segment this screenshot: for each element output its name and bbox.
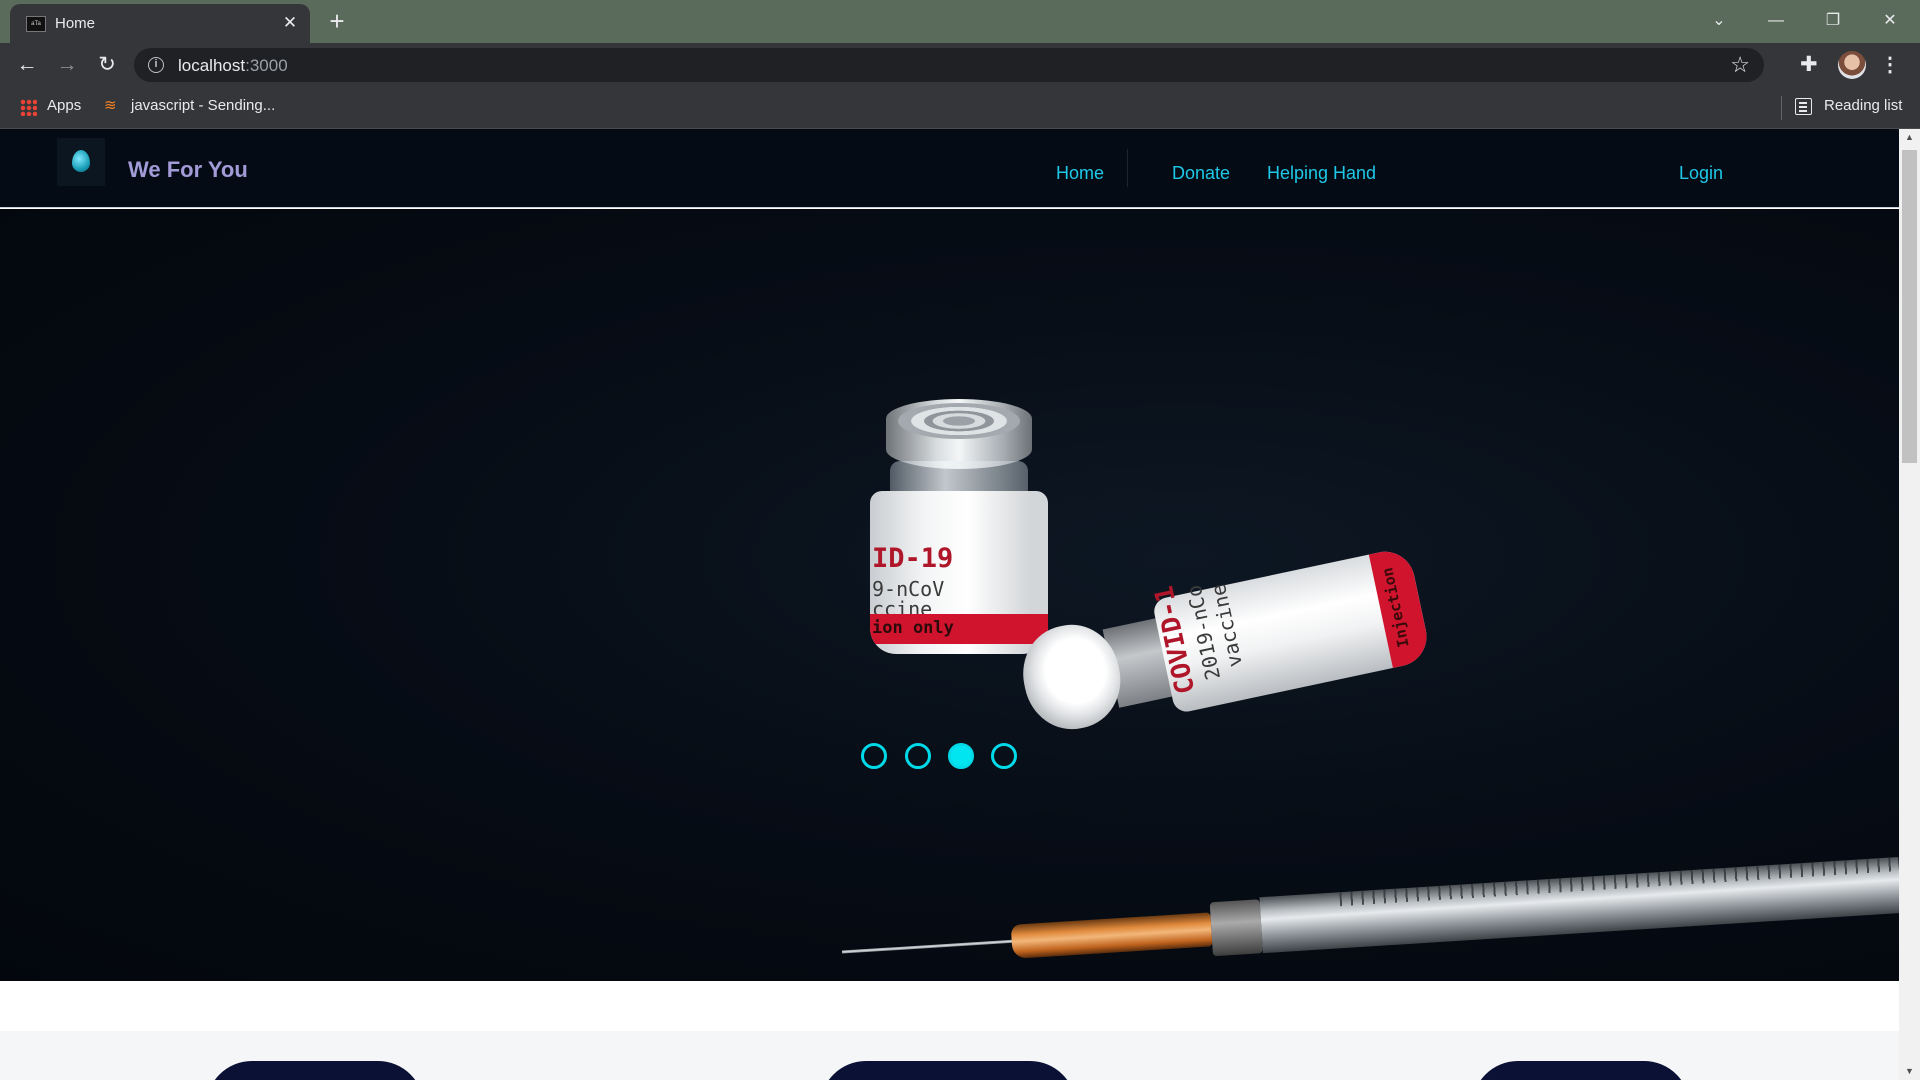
brand-name[interactable]: We For You	[128, 157, 248, 183]
page-viewport: We For You Home Donate Helping Hand Logi…	[0, 129, 1899, 1080]
reading-list-icon[interactable]	[1795, 98, 1812, 115]
bookmarks-bar: Apps ≋ javascript - Sending... Reading l…	[0, 86, 1920, 129]
syringe-hub	[1010, 912, 1213, 959]
service-card-top[interactable]	[206, 1061, 424, 1080]
bookmark-star-icon[interactable]: ☆	[1730, 53, 1750, 77]
site-logo[interactable]	[57, 138, 105, 186]
nav-divider	[1127, 149, 1128, 187]
minimize-icon[interactable]: —	[1756, 5, 1796, 37]
section-spacer	[0, 981, 1899, 1031]
carousel-indicator-2[interactable]	[905, 743, 931, 769]
service-card-top[interactable]	[820, 1061, 1076, 1080]
site-info-icon[interactable]: i	[148, 57, 164, 73]
reading-list-button[interactable]: Reading list	[1824, 97, 1902, 114]
tab-title: Home	[55, 15, 96, 32]
syringe-needle	[841, 939, 1022, 954]
vial-label-line: ID-19	[872, 543, 954, 574]
carousel-indicator-3[interactable]	[948, 743, 974, 769]
page-scrollbar[interactable]: ▲ ▼	[1899, 129, 1920, 1080]
url-text[interactable]: localhost:3000	[178, 56, 288, 76]
site-navbar: We For You Home Donate Helping Hand Logi…	[0, 129, 1899, 208]
bookmark-apps[interactable]: Apps	[47, 97, 81, 114]
hero-carousel: ID-19 9-nCoV ccine ion only COVID-1 2019…	[0, 209, 1899, 981]
tab-close-icon[interactable]: ✕	[280, 13, 300, 33]
vaccine-vial-lying: COVID-1 2019-nCo vaccine Injection	[1002, 531, 1442, 755]
bookmarks-divider	[1781, 96, 1782, 120]
url-port: :3000	[245, 56, 288, 75]
apps-grid-icon[interactable]	[20, 99, 37, 116]
nav-link-home[interactable]: Home	[1056, 163, 1104, 184]
drop-logo-icon	[72, 150, 90, 172]
browser-tab[interactable]: aTa Home ✕	[10, 4, 310, 43]
nav-link-donate[interactable]: Donate	[1172, 163, 1230, 184]
profile-avatar[interactable]	[1838, 51, 1866, 79]
new-tab-icon[interactable]: +	[323, 8, 351, 36]
tab-favicon-icon: aTa	[26, 16, 46, 32]
reload-icon[interactable]: ↻	[92, 50, 122, 80]
bookmark-javascript[interactable]: javascript - Sending...	[131, 97, 275, 114]
vial-label-line: ion only	[872, 618, 954, 638]
back-icon[interactable]: ←	[12, 50, 42, 80]
nav-link-helping-hand[interactable]: Helping Hand	[1267, 163, 1376, 184]
syringe-ring	[1209, 899, 1263, 957]
address-bar[interactable]: i localhost:3000 ☆	[134, 48, 1764, 82]
carousel-indicator-1[interactable]	[861, 743, 887, 769]
restore-icon[interactable]: ❐	[1813, 5, 1853, 37]
browser-toolbar: ← → ↻ i localhost:3000 ☆ ✚ ⋮	[0, 43, 1920, 86]
browser-menu-icon[interactable]: ⋮	[1880, 52, 1900, 77]
extensions-icon[interactable]: ✚	[1800, 52, 1818, 77]
tab-search-icon[interactable]: ⌄	[1699, 5, 1739, 37]
scrollbar-thumb[interactable]	[1902, 150, 1917, 463]
stackoverflow-icon: ≋	[104, 97, 117, 114]
browser-tab-strip: aTa Home ✕ + ⌄ — ❐ ✕	[0, 0, 1920, 43]
vial-cap-top	[898, 403, 1020, 439]
service-card-top[interactable]	[1472, 1061, 1690, 1080]
scroll-up-icon[interactable]: ▲	[1899, 129, 1920, 146]
window-close-icon[interactable]: ✕	[1870, 5, 1910, 37]
url-host: localhost	[178, 56, 246, 75]
carousel-indicator-4[interactable]	[991, 743, 1017, 769]
scroll-down-icon[interactable]: ▼	[1899, 1063, 1920, 1080]
login-link[interactable]: Login	[1679, 163, 1723, 184]
forward-icon[interactable]: →	[52, 50, 82, 80]
syringe-image	[840, 851, 1899, 981]
